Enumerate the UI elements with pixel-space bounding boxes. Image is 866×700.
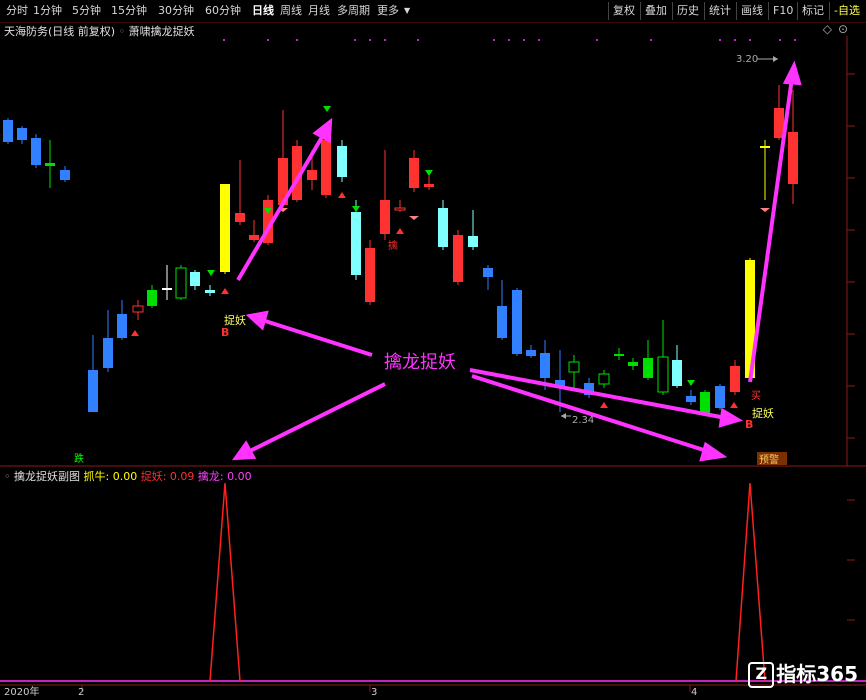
candle-body (730, 366, 740, 392)
arrow-head (312, 117, 333, 144)
candle-body (526, 350, 536, 356)
candle-body (424, 184, 434, 187)
candle-body (17, 128, 27, 140)
red-up-arrow-icon (221, 288, 229, 294)
zhuoyao-label-1: 捉妖 (224, 313, 246, 327)
diamond-signal-icon (760, 208, 770, 212)
candle-body (483, 268, 493, 277)
buy-b-label-1: B (221, 326, 229, 339)
arrow-head (245, 310, 269, 331)
buy-mai-label: 买 (751, 390, 761, 402)
candle-body (614, 354, 624, 356)
candle-body (788, 132, 798, 184)
candle-body (380, 200, 390, 234)
candle-body (468, 236, 478, 247)
top-signal-dots (223, 39, 796, 41)
candle-body (60, 170, 70, 180)
candle-body (409, 158, 419, 188)
candle-body (45, 163, 55, 166)
green-down-arrow-icon (207, 270, 215, 276)
price-high-label: 3.20 (736, 54, 758, 65)
candle-body (512, 290, 522, 354)
yujing-label: 预警 (759, 453, 779, 466)
candle-body (103, 338, 113, 368)
candle-body (307, 170, 317, 180)
candle-body (568, 361, 580, 373)
candle-body (394, 207, 406, 211)
candle-body (628, 362, 638, 366)
annotation-label-qinlong: 擒龙捉妖 (384, 352, 456, 373)
candle-body (88, 370, 98, 412)
candle-body (190, 272, 200, 286)
right-axis-ticks (847, 73, 855, 621)
candle-body (686, 396, 696, 402)
candle-body (321, 140, 331, 195)
sub-chart-title: ◦ 擒龙捉妖副图 抓牛: 0.00 捉妖: 0.09 擒龙: 0.00 (4, 468, 252, 484)
qin-label: 擒 (388, 239, 398, 252)
annotation-arrows (231, 60, 802, 462)
candle-body (497, 306, 507, 338)
x-axis-label-2020: 2020年 (4, 685, 39, 698)
diamond-signal-icon (409, 216, 419, 220)
candle-body (438, 208, 448, 247)
red-up-arrow-icon (131, 330, 139, 336)
green-down-arrow-icon (352, 206, 360, 212)
arrow-head (699, 441, 728, 462)
price-low-label: 2.34 (572, 415, 594, 426)
kline-chart: 3.20 2.34 擒龙捉妖 捉妖 B 捉妖 B 买 跌 擒 预警 2020年 … (0, 36, 866, 698)
candle-body (540, 353, 550, 378)
sub-item-qinlong: 擒龙: 0.00 (197, 470, 252, 483)
candle-body (337, 146, 347, 177)
watermark-text: 指标365 (776, 661, 858, 686)
candle-body (365, 248, 375, 302)
candle-body (643, 358, 653, 378)
die-label: 跌 (74, 452, 84, 465)
sub-item-zhuaniu: 抓牛: 0.00 (83, 470, 138, 483)
candle-body (220, 184, 230, 272)
candle-body (760, 146, 770, 148)
sub-indicator-icon: ◦ (4, 470, 11, 483)
red-up-arrow-icon (338, 192, 346, 198)
candle-body (235, 213, 245, 222)
candle-body (657, 356, 669, 393)
sub-chart-name: 擒龙捉妖副图 (14, 470, 80, 483)
green-down-arrow-icon (323, 106, 331, 112)
candle-body (175, 267, 187, 299)
candle-body (162, 288, 172, 290)
candle-body (117, 314, 127, 338)
candle-body (351, 212, 361, 275)
candle-body (31, 138, 41, 165)
arrow-head (718, 407, 743, 428)
x-axis-label-4: 4 (691, 687, 697, 698)
x-axis-label-2: 2 (78, 687, 84, 698)
sub-chart-lines (209, 482, 766, 682)
arrow-head (782, 60, 802, 86)
candle-body (132, 305, 144, 313)
buy-b-label-2: B (745, 418, 753, 431)
candle-body (3, 120, 13, 142)
red-up-arrow-icon (730, 402, 738, 408)
red-up-arrow-icon (600, 402, 608, 408)
candle-body (672, 360, 682, 386)
candle-body (453, 235, 463, 282)
candle-body (205, 290, 215, 293)
candle-body (700, 392, 710, 413)
zhuoyao-label-2: 捉妖 (752, 406, 774, 420)
x-axis-label-3: 3 (371, 687, 377, 698)
candle-body (249, 235, 259, 240)
red-up-arrow-icon (396, 228, 404, 234)
candle-body (147, 290, 157, 306)
green-down-arrow-icon (687, 380, 695, 386)
green-down-arrow-icon (425, 170, 433, 176)
watermark: Z 指标365 (748, 658, 858, 688)
sub-item-zhuoyao: 捉妖: 0.09 (140, 470, 195, 483)
watermark-logo-icon: Z (748, 662, 775, 688)
candle-body (598, 373, 610, 385)
arrow-head (231, 440, 257, 461)
candle-body (715, 386, 725, 408)
